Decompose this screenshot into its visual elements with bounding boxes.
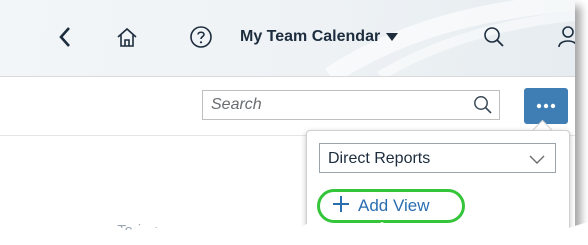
shell-bar: My Team Calendar [0, 0, 575, 77]
shell-search-button[interactable] [480, 22, 508, 52]
help-button[interactable] [186, 22, 216, 52]
app-window: My Team Calendar Search Direct Reports A… [0, 0, 575, 232]
home-icon [117, 27, 137, 47]
help-icon [190, 26, 212, 48]
overflow-menu-button[interactable] [524, 88, 568, 124]
view-select-value: Direct Reports [328, 150, 431, 167]
back-button[interactable] [50, 22, 80, 52]
search-icon [474, 96, 492, 114]
overflow-icon [536, 103, 556, 109]
user-button[interactable] [556, 22, 575, 52]
caret-down-icon [386, 33, 399, 41]
add-view-label: Add View [358, 196, 430, 215]
view-popover: Direct Reports Add View [306, 130, 570, 232]
home-button[interactable] [110, 22, 144, 52]
torn-edge [0, 220, 588, 245]
chevron-down-icon [529, 152, 545, 170]
search-icon [484, 27, 504, 47]
chevron-left-icon [59, 27, 70, 47]
app-title-menu[interactable]: My Team Calendar [240, 28, 399, 46]
search-placeholder: Search [211, 96, 262, 113]
plus-icon [332, 194, 350, 218]
view-select[interactable]: Direct Reports [319, 143, 556, 173]
search-input[interactable]: Search [202, 90, 500, 120]
search-field-button[interactable] [473, 95, 493, 120]
user-icon [558, 26, 575, 48]
app-title: My Team Calendar [240, 28, 381, 45]
